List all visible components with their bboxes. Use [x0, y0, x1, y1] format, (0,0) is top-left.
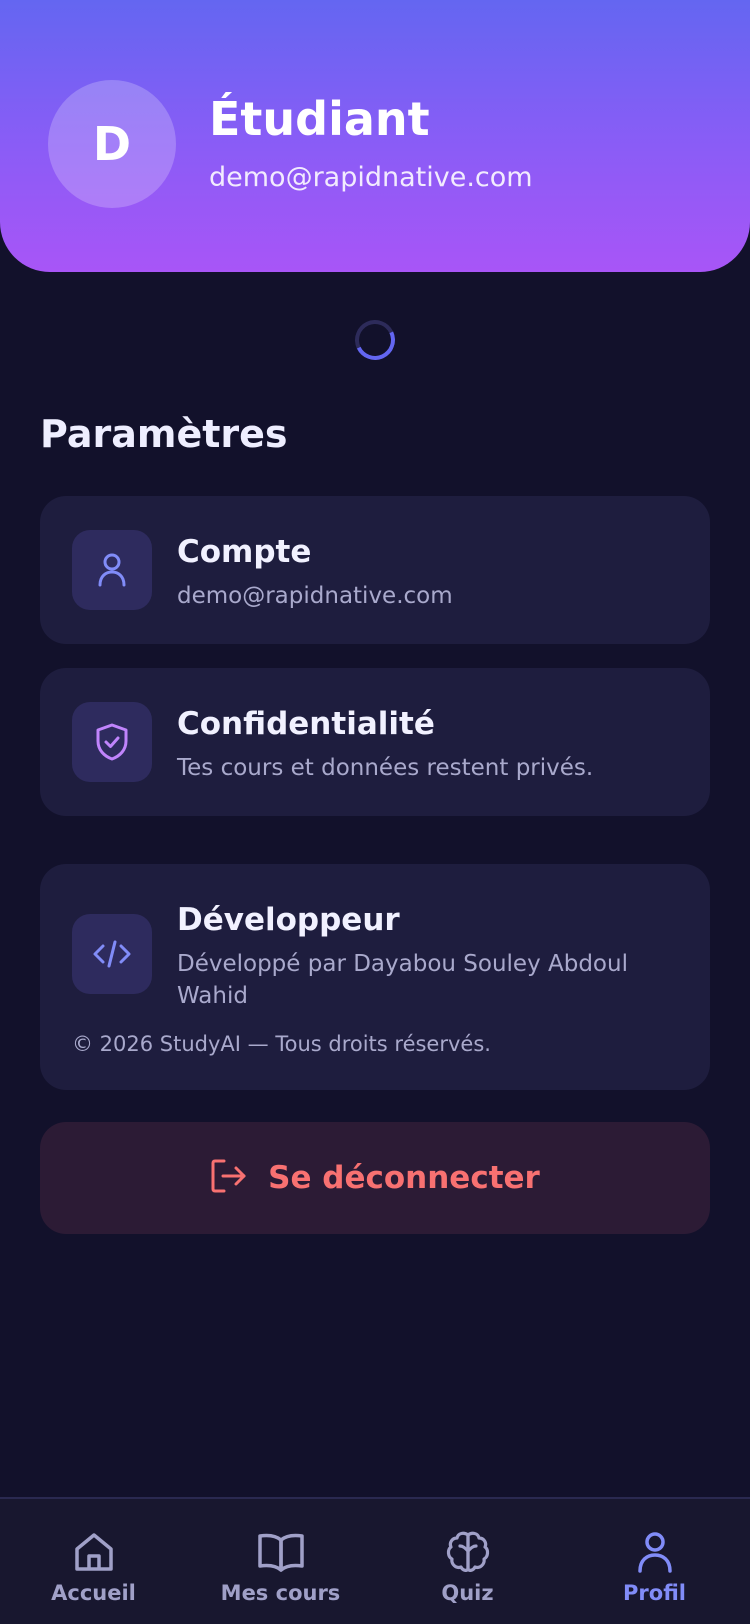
- loading-spinner: [349, 314, 401, 366]
- nav-item-quiz[interactable]: Quiz: [374, 1499, 561, 1624]
- account-card[interactable]: Compte demo@rapidnative.com: [40, 496, 710, 644]
- logout-label: Se déconnecter: [268, 1160, 540, 1196]
- privacy-title: Confidentialité: [177, 706, 435, 742]
- nav-label-mes-cours: Mes cours: [220, 1581, 341, 1605]
- bottom-nav: Accueil Mes cours Quiz Profil: [0, 1497, 750, 1624]
- user-icon: [635, 1527, 675, 1577]
- privacy-description: Tes cours et données restent privés.: [177, 755, 594, 781]
- nav-label-profil: Profil: [623, 1581, 686, 1605]
- book-icon: [257, 1527, 305, 1577]
- logout-button[interactable]: Se déconnecter: [40, 1122, 710, 1234]
- privacy-card[interactable]: Confidentialité Tes cours et données res…: [40, 668, 710, 816]
- logout-icon: [210, 1158, 248, 1198]
- user-icon: [72, 530, 152, 610]
- brain-icon: [445, 1527, 491, 1577]
- developer-card: Développeur Développé par Dayabou Souley…: [40, 864, 710, 1090]
- user-name: Étudiant: [209, 92, 430, 146]
- settings-title: Paramètres: [40, 412, 288, 456]
- nav-item-profil[interactable]: Profil: [561, 1499, 748, 1624]
- developer-title: Développeur: [177, 902, 400, 938]
- account-title: Compte: [177, 534, 312, 570]
- user-email: demo@rapidnative.com: [209, 162, 533, 193]
- developer-credit: Développé par Dayabou Souley Abdoul Wahi…: [177, 951, 628, 1009]
- copyright-text: © 2026 StudyAI — Tous droits réservés.: [72, 1032, 491, 1056]
- nav-item-mes-cours[interactable]: Mes cours: [187, 1499, 374, 1624]
- nav-label-quiz: Quiz: [441, 1581, 494, 1605]
- code-icon: [72, 914, 152, 994]
- avatar: D: [48, 80, 176, 208]
- home-icon: [72, 1527, 116, 1577]
- nav-label-accueil: Accueil: [51, 1581, 136, 1605]
- account-email: demo@rapidnative.com: [177, 583, 453, 609]
- nav-item-accueil[interactable]: Accueil: [0, 1499, 187, 1624]
- shield-check-icon: [72, 702, 152, 782]
- profile-header: D Étudiant demo@rapidnative.com: [0, 0, 750, 272]
